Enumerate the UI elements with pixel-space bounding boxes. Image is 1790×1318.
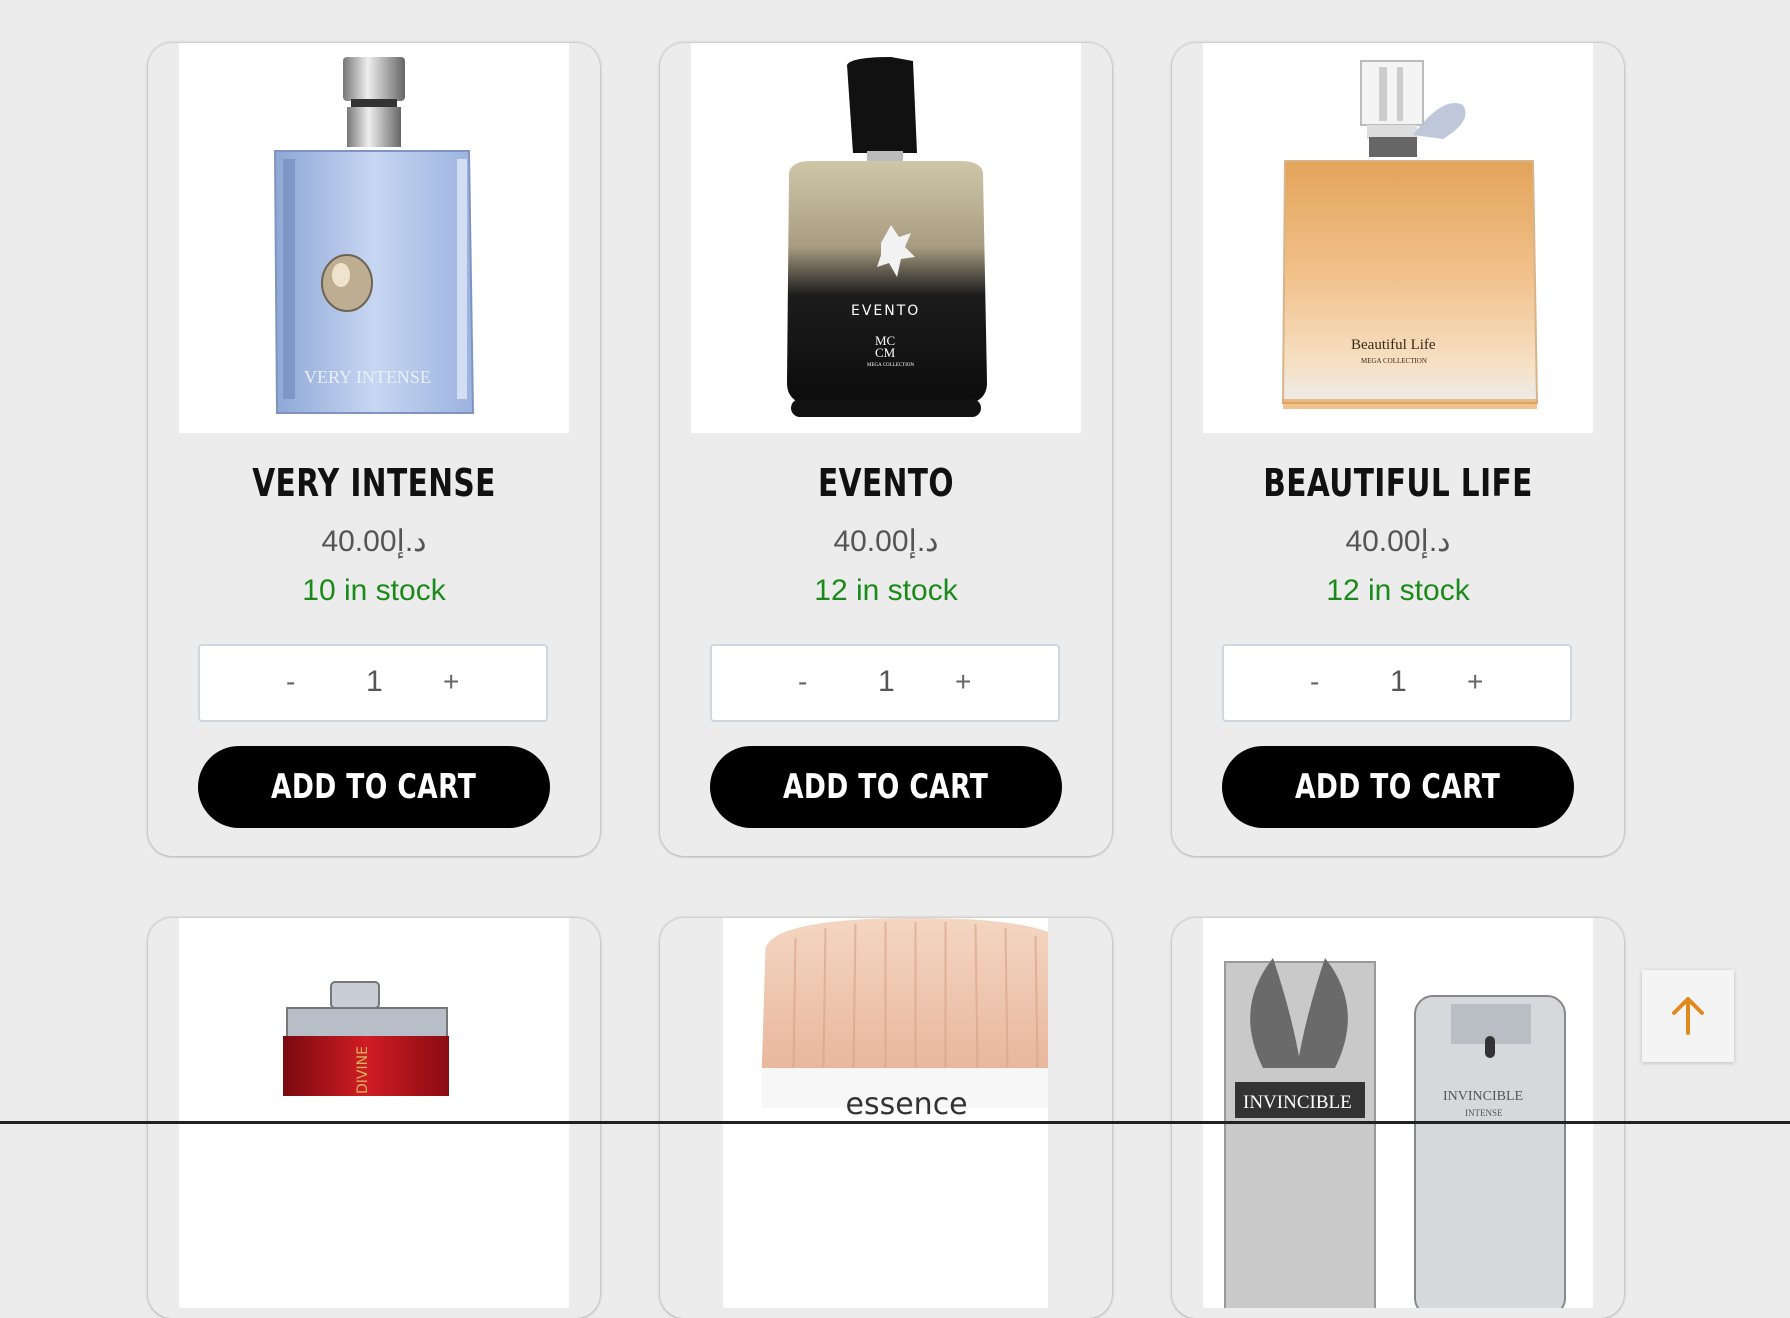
- perfume-bottle-image: Beautiful Life MEGA COLLECTION: [1281, 60, 1539, 409]
- product-image[interactable]: DIVINE: [179, 918, 569, 1308]
- arrow-up-icon: [1672, 997, 1704, 1035]
- add-to-cart-label: ADD TO CART: [783, 767, 989, 807]
- bottle-label: EVENTO: [851, 303, 920, 319]
- bottle-label: INVINCIBLE: [1243, 1092, 1352, 1113]
- bottle-label: MEGA COLLECTION: [867, 363, 914, 368]
- product-card: essence: [660, 918, 1112, 1318]
- product-image[interactable]: INVINCIBLE INVINCIBLE INTENSE: [1203, 918, 1593, 1308]
- product-card: INVINCIBLE INVINCIBLE INTENSE: [1172, 918, 1624, 1318]
- stock-status: 12 in stock: [814, 574, 958, 607]
- scroll-to-top-button[interactable]: [1642, 970, 1734, 1062]
- product-card: VERY INTENSE VERY INTENSE 40.00د.إ 10 in…: [148, 43, 600, 856]
- decrease-quantity-button[interactable]: -: [286, 666, 295, 698]
- bottle-label: CM: [875, 345, 896, 360]
- perfume-bottle-image: INVINCIBLE INVINCIBLE INTENSE: [1224, 958, 1566, 1308]
- bottle-label: essence: [846, 1087, 968, 1122]
- product-image[interactable]: essence: [723, 918, 1048, 1308]
- bottle-label: VERY INTENSE: [304, 367, 431, 387]
- quantity-input[interactable]: 1: [366, 665, 383, 699]
- product-price: 40.00د.إ: [833, 525, 939, 558]
- quantity-input[interactable]: 1: [1390, 665, 1407, 699]
- decrease-quantity-button[interactable]: -: [1310, 666, 1319, 698]
- increase-quantity-button[interactable]: +: [955, 666, 971, 698]
- quantity-stepper: - 1 +: [198, 644, 548, 722]
- product-card: EVENTO MC CM MEGA COLLECTION EVENTO 40.0…: [660, 43, 1112, 856]
- product-image[interactable]: EVENTO MC CM MEGA COLLECTION: [691, 43, 1081, 433]
- increase-quantity-button[interactable]: +: [443, 666, 459, 698]
- bottle-label: DIVINE: [355, 1046, 371, 1094]
- add-to-cart-label: ADD TO CART: [1295, 767, 1501, 807]
- bottle-label: MEGA COLLECTION: [1361, 357, 1427, 365]
- bottle-label: INTENSE: [1465, 1108, 1503, 1118]
- add-to-cart-button[interactable]: ADD TO CART: [198, 746, 550, 828]
- product-title[interactable]: VERY INTENSE: [198, 461, 551, 505]
- perfume-bottle-image: VERY INTENSE: [273, 57, 475, 414]
- quantity-stepper: - 1 +: [1222, 644, 1572, 722]
- bottle-label: INVINCIBLE: [1443, 1089, 1523, 1104]
- decrease-quantity-button[interactable]: -: [798, 666, 807, 698]
- quantity-stepper: - 1 +: [710, 644, 1060, 722]
- quantity-input[interactable]: 1: [878, 665, 895, 699]
- bottle-label: Beautiful Life: [1351, 337, 1436, 353]
- perfume-bottle-image: DIVINE: [283, 981, 449, 1096]
- product-card: Beautiful Life MEGA COLLECTION BEAUTIFUL…: [1172, 43, 1624, 856]
- product-price: 40.00د.إ: [321, 525, 427, 558]
- add-to-cart-button[interactable]: ADD TO CART: [1222, 746, 1574, 828]
- product-image[interactable]: VERY INTENSE: [179, 43, 569, 433]
- increase-quantity-button[interactable]: +: [1467, 666, 1483, 698]
- stock-status: 10 in stock: [302, 574, 446, 607]
- perfume-bottle-image: essence: [761, 918, 1048, 1122]
- product-title[interactable]: BEAUTIFUL LIFE: [1222, 461, 1575, 505]
- product-card: DIVINE: [148, 918, 600, 1318]
- product-title[interactable]: EVENTO: [710, 461, 1063, 505]
- add-to-cart-button[interactable]: ADD TO CART: [710, 746, 1062, 828]
- product-image[interactable]: Beautiful Life MEGA COLLECTION: [1203, 43, 1593, 433]
- product-price: 40.00د.إ: [1345, 525, 1451, 558]
- stock-status: 12 in stock: [1326, 574, 1470, 607]
- add-to-cart-label: ADD TO CART: [271, 767, 477, 807]
- perfume-bottle-image: EVENTO MC CM MEGA COLLECTION: [787, 57, 987, 417]
